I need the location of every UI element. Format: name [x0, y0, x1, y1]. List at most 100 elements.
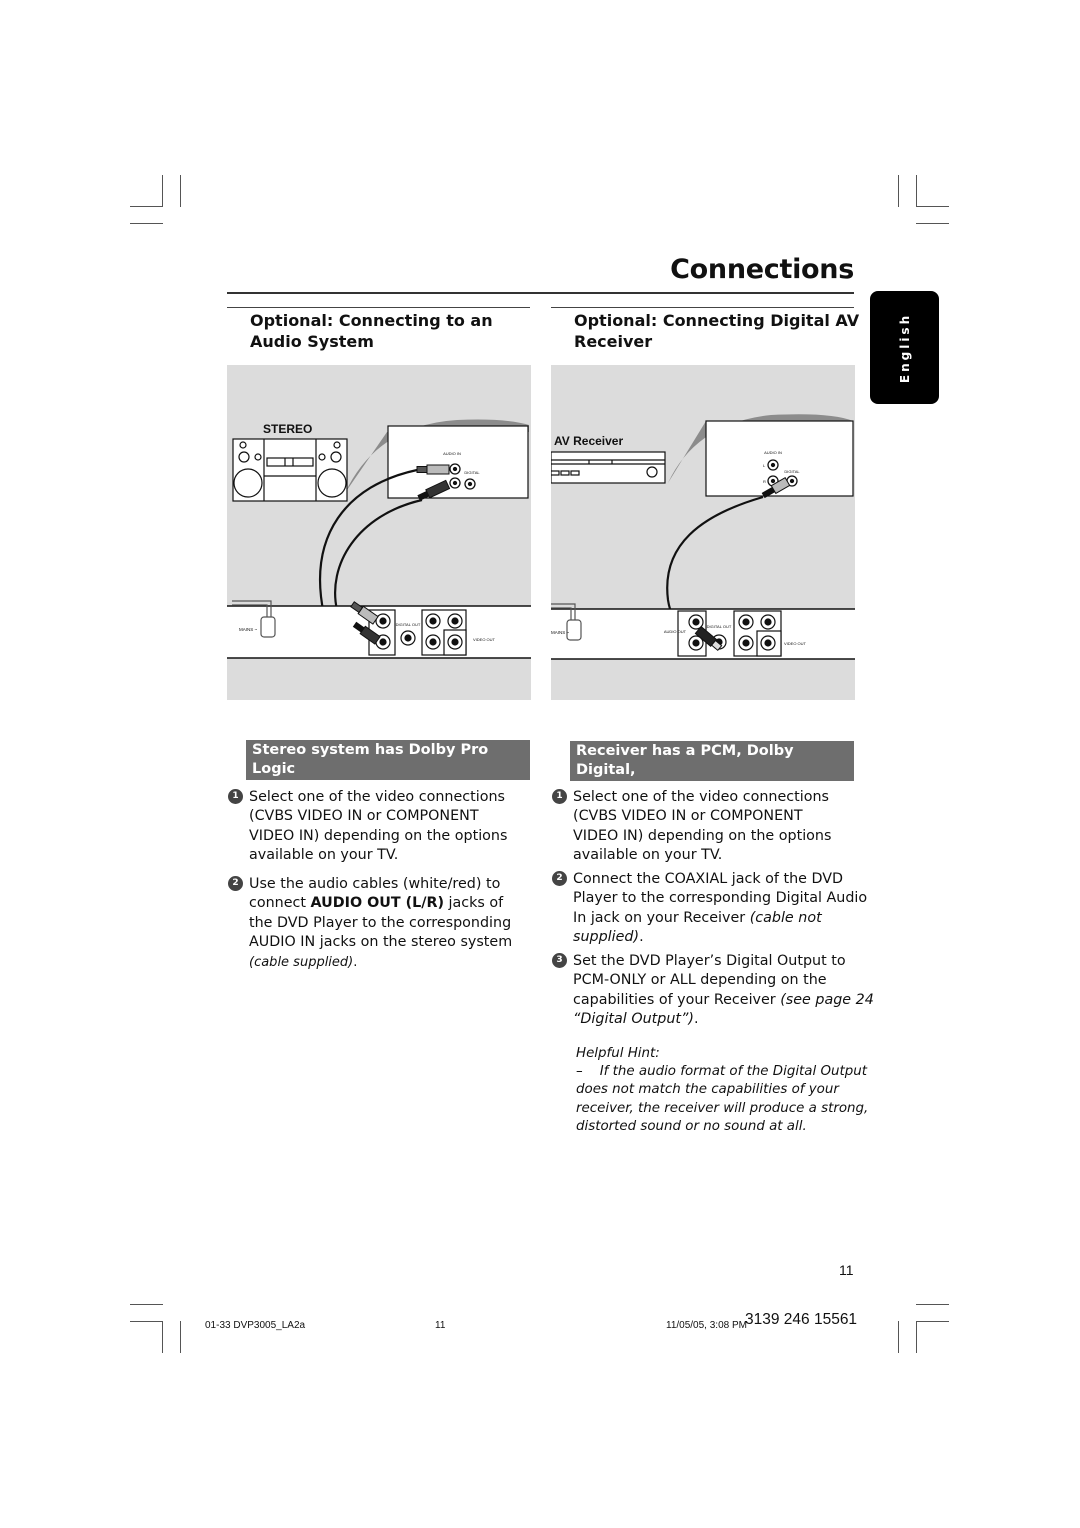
video-out-label: VIDEO OUT	[784, 641, 807, 646]
step-line: (CVBS VIDEO IN or COMPONENT	[573, 808, 803, 825]
right-step-2: 2 Connect the COAXIAL jack of the DVD Pl…	[552, 870, 868, 948]
step-line: Use the audio cables (white/red) to	[249, 876, 501, 892]
step-line: (cable supplied).	[249, 953, 512, 972]
receiver-digital-label: DIGITAL	[784, 469, 800, 474]
step-number-badge: 2	[552, 871, 567, 886]
step-line: AUDIO IN jacks on the stereo system	[249, 934, 513, 951]
receiver-audio-in-label: AUDIO IN	[764, 450, 782, 455]
hint-line: does not match the capabilities of your	[576, 1082, 839, 1098]
crop-mark	[130, 1321, 163, 1322]
av-receiver-icon	[550, 451, 666, 484]
right-section-heading: Optional: Connecting Digital AV Receiver	[574, 310, 859, 352]
crop-mark	[180, 175, 181, 207]
crop-mark	[916, 1304, 949, 1305]
receiver-r-label: R	[763, 479, 766, 484]
crop-mark	[130, 223, 163, 224]
right-banner-line1: Receiver has a PCM, Dolby Digital,	[576, 743, 794, 778]
left-step-1: 1 Select one of the video connections (C…	[228, 788, 508, 866]
hint-line: receiver, the receiver will produce a st…	[576, 1100, 869, 1116]
audio-out-label: AUDIO OUT	[664, 629, 687, 634]
step-text: .	[693, 1011, 699, 1028]
step-number-badge: 1	[552, 789, 567, 804]
step-italic-text: “Digital Output”)	[573, 1011, 694, 1028]
video-out-label: VIDEO OUT	[473, 637, 496, 642]
footer-doc-code: 3139 246 15561	[745, 1311, 858, 1328]
step-line: available on your TV.	[249, 847, 399, 864]
receiver-connection-diagram: AV Receiver AUDIO IN L R DIGITAL MAINS ~…	[550, 365, 855, 700]
page-number: 11	[839, 1262, 854, 1278]
step-line: Player to the corresponding Digital Audi…	[573, 890, 868, 907]
language-tab: English	[870, 291, 939, 404]
step-line: PCM-ONLY or ALL depending on the	[573, 972, 827, 989]
language-tab-label: English	[897, 312, 912, 383]
step-line: VIDEO IN) depending on the options	[249, 827, 508, 844]
left-banner: Stereo system has Dolby Pro Logic or Rig…	[246, 740, 530, 796]
footer-timestamp: 11/05/05, 3:08 PM	[666, 1320, 747, 1331]
helpful-hint: Helpful Hint: – If the audio format of t…	[576, 1045, 868, 1136]
step-bold-text: AUDIO OUT (L/R)	[310, 895, 445, 912]
page-title: Connections	[670, 254, 854, 285]
right-step-3: 3 Set the DVD Player’s Digital Output to…	[552, 952, 874, 1030]
step-line: In jack on your Receiver (cable not	[573, 909, 867, 928]
step-line: Connect the COAXIAL jack of the DVD	[573, 871, 844, 887]
left-section-heading: Optional: Connecting to an Audio System	[250, 310, 493, 352]
crop-mark	[916, 1321, 949, 1322]
step-number-badge: 1	[228, 789, 243, 804]
left-section-rule	[227, 307, 530, 308]
step-line: capabilities of your Receiver (see page …	[573, 991, 874, 1010]
stereo-unit-icon	[232, 438, 348, 502]
step-line: “Digital Output”).	[573, 1010, 874, 1029]
step-text: connect	[249, 895, 311, 912]
step-line: Select one of the video connections	[249, 789, 505, 805]
mains-label: MAINS ~	[551, 630, 570, 635]
digital-label: DIGITAL	[464, 470, 480, 475]
digital-out-label: DIGITAL OUT	[396, 622, 421, 627]
hint-title: Helpful Hint:	[576, 1046, 660, 1061]
stereo-label: STEREO	[263, 422, 312, 436]
step-line: Select one of the video connections	[573, 789, 829, 805]
stereo-diagram-svg: STEREO AUDIO IN DIGITAL MAINS ~ DIGITAL …	[227, 419, 531, 659]
step-line: the DVD Player to the corresponding	[249, 914, 512, 931]
hint-line: – If the audio format of the Digital Out…	[576, 1064, 867, 1080]
white-plug-icon	[416, 464, 450, 475]
step-text: .	[639, 929, 644, 946]
step-line: VIDEO IN) depending on the options	[573, 827, 832, 844]
crop-mark	[162, 175, 163, 207]
footer-file-page: 11	[435, 1320, 446, 1331]
step-italic-text: (cable not	[749, 909, 822, 926]
right-heading-line2: Receiver	[574, 332, 653, 351]
digital-out-label: DIGITAL OUT	[707, 624, 732, 629]
receiver-diagram-svg: AV Receiver AUDIO IN L R DIGITAL MAINS ~…	[550, 414, 855, 660]
right-section-rule	[551, 307, 854, 308]
crop-mark	[916, 1321, 917, 1353]
step-line: available on your TV.	[573, 847, 723, 864]
hint-line: distorted sound or no sound at all.	[576, 1118, 807, 1134]
step-italic-text: (see page 24	[780, 991, 874, 1008]
left-banner-line1: Stereo system has Dolby Pro Logic	[252, 742, 489, 777]
step-text: In jack on your Receiver	[573, 909, 750, 926]
crop-mark	[130, 1304, 163, 1305]
crop-mark	[162, 1321, 163, 1353]
step-line: Set the DVD Player’s Digital Output to	[573, 953, 846, 969]
left-step-2: 2 Use the audio cables (white/red) to co…	[228, 875, 513, 972]
title-rule	[227, 292, 854, 294]
crop-mark	[130, 206, 163, 207]
right-banner: Receiver has a PCM, Dolby Digital, or MP…	[570, 741, 854, 797]
right-heading-line1: Optional: Connecting Digital AV	[574, 311, 860, 330]
footer-file-name: 01-33 DVP3005_LA2a	[205, 1320, 306, 1331]
crop-mark	[180, 1321, 181, 1353]
crop-mark	[898, 1321, 899, 1353]
left-heading-line1: Optional: Connecting to an	[250, 311, 493, 330]
stereo-connection-diagram: STEREO AUDIO IN DIGITAL MAINS ~ DIGITAL …	[227, 365, 531, 700]
audio-in-label: AUDIO IN	[443, 451, 461, 456]
mains-label: MAINS ~	[239, 627, 258, 632]
left-heading-line2: Audio System	[250, 332, 374, 351]
right-step-1: 1 Select one of the video connections (C…	[552, 788, 832, 866]
step-text: jacks of	[444, 895, 504, 912]
step-text: .	[353, 954, 358, 970]
crop-mark	[898, 175, 899, 207]
step-number-badge: 3	[552, 953, 567, 968]
step-line: (CVBS VIDEO IN or COMPONENT	[249, 808, 479, 825]
step-italic-text: (cable supplied)	[249, 954, 354, 970]
crop-mark	[916, 175, 917, 207]
